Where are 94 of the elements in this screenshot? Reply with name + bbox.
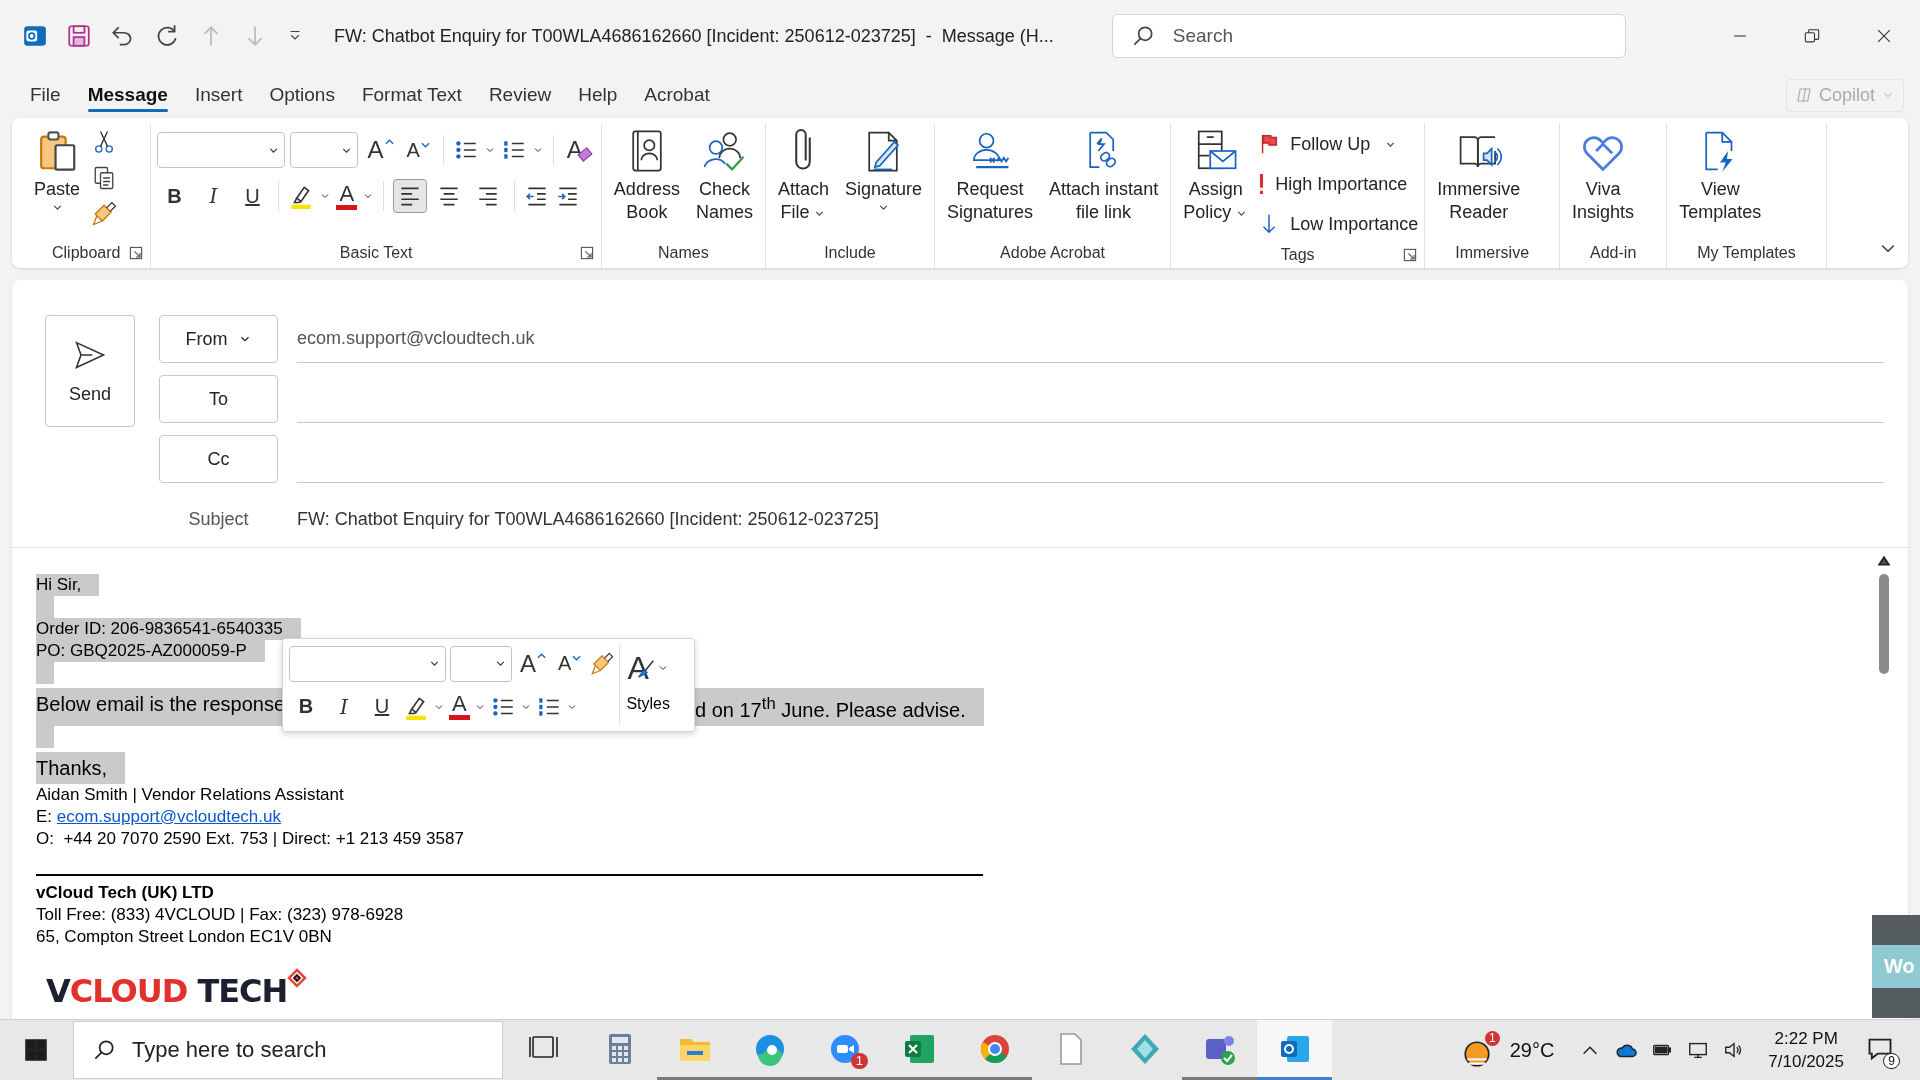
weather-widget[interactable]: 1 29°C [1460, 1030, 1555, 1070]
align-button[interactable] [393, 179, 428, 213]
format-button[interactable]: B [289, 695, 323, 718]
email-link[interactable]: ecom.support@vcloudtech.uk [56, 806, 281, 826]
notification-badge: 9 [1883, 1053, 1900, 1069]
body-text: Order ID: 206-9836541-6540335 [36, 618, 301, 640]
clock[interactable]: 2:22 PM 7/10/2025 [1768, 1027, 1844, 1073]
exclamation-icon [1258, 173, 1266, 195]
group-label: Include [824, 244, 876, 262]
mail-app-icon[interactable] [22, 23, 48, 49]
body-text: d on 17$^{th}$ June. Please advise. [695, 693, 966, 723]
group-label: Immersive [1455, 244, 1530, 262]
notification-badge: 1 [1485, 1030, 1500, 1046]
menu-tab[interactable]: Insert [182, 78, 255, 112]
dialog-launcher-icon[interactable] [578, 245, 595, 261]
ribbon-button[interactable]: Check Names [689, 124, 759, 228]
menu-tab[interactable]: Help [566, 78, 630, 112]
search-field[interactable]: Search [1111, 14, 1626, 58]
grow-font-button[interactable]: A [516, 649, 551, 678]
paste-button[interactable]: Paste [28, 124, 87, 218]
ribbon-button[interactable]: Attach instant file link [1043, 124, 1165, 228]
ribbon-button[interactable]: Address Book [607, 124, 686, 228]
signature-phone: O: +44 20 7070 2590 Ext. 753 | Direct: +1 213 459 3587 [36, 827, 465, 850]
body-text: PO: GBQ2025-AZ000059-P [36, 640, 265, 662]
signature-email: E: ecom.support@vcloudtech.uk [36, 805, 282, 828]
from-field[interactable]: ecom.support@vcloudtech.uk [297, 315, 1884, 363]
group-label: Adobe Acrobat [1000, 244, 1106, 262]
menu-tab[interactable]: Message [75, 78, 180, 112]
format-button[interactable]: B [157, 184, 192, 208]
dialog-launcher-icon[interactable] [1402, 247, 1419, 263]
ribbon-button[interactable]: Request Signatures [941, 124, 1040, 228]
font-name-field[interactable] [289, 645, 446, 682]
group-label: Basic Text [339, 244, 413, 262]
format-button[interactable]: U [235, 184, 270, 208]
group-label: Clipboard [52, 244, 121, 262]
font-size-field[interactable] [450, 645, 512, 682]
caret-up-icon [384, 139, 394, 145]
body-text: Thanks, [36, 751, 126, 784]
caret-up-icon [537, 652, 547, 659]
taskbar-app[interactable]: 1 [807, 1020, 882, 1080]
paintbrush-icon[interactable] [90, 200, 119, 228]
subject-field[interactable]: FW: Chatbot Enquiry for T00WLA4686162660 [Incident: 250612-023725] [297, 495, 1884, 543]
taskbar-app[interactable] [1257, 1020, 1332, 1080]
to-button[interactable]: To [159, 375, 278, 423]
menu-tab[interactable]: Review [476, 78, 564, 112]
from-button[interactable]: From [159, 315, 278, 363]
ribbon-button[interactable]: Attach File [771, 124, 835, 228]
caret-down-icon [420, 141, 430, 148]
shrink-font-button[interactable]: A [554, 652, 586, 675]
body-text: Hi Sir, [36, 574, 100, 596]
copilot-icon [1794, 86, 1813, 104]
group-label: My Templates [1697, 244, 1796, 262]
ribbon-button[interactable]: Immersive Reader [1431, 124, 1527, 228]
menu-tab[interactable]: Options [257, 78, 347, 112]
format-button[interactable]: I [196, 184, 231, 208]
dialog-launcher-icon[interactable] [128, 245, 145, 261]
company-name: vCloud Tech (UK) LTD [36, 881, 215, 904]
font-color-button[interactable]: A [449, 693, 470, 720]
format-button[interactable]: I [327, 694, 361, 719]
shrink-font-button[interactable]: A [402, 138, 434, 162]
send-button[interactable]: Send [45, 315, 135, 427]
tag-button[interactable]: Follow Up [1258, 126, 1419, 162]
tag-button[interactable]: Low Importance [1258, 206, 1419, 242]
format-button[interactable]: U [365, 695, 399, 718]
group-label: Add-in [1590, 244, 1637, 262]
menu-tab[interactable]: File [18, 78, 73, 112]
window-title: FW: Chatbot Enquiry for T00WLA4686162660 [Incident: 250612-023725] - Message (H... [334, 25, 1054, 47]
tag-button[interactable]: High Importance [1258, 166, 1419, 202]
taskbar-search-field[interactable]: Type here to search [73, 1021, 503, 1079]
ribbon-button[interactable]: View Templates [1673, 124, 1768, 228]
company-phone: Toll Free: (833) 4VCLOUD | Fax: (323) 978-6928 [36, 903, 405, 926]
subject-label: Subject [187, 508, 250, 530]
group-label: Names [658, 244, 709, 262]
menu-tab[interactable]: Format Text [349, 78, 474, 112]
caret-down-icon [572, 655, 582, 661]
ribbon-button[interactable]: Viva Insights [1566, 124, 1641, 228]
grow-font-button[interactable]: A [363, 136, 398, 164]
menu-tab[interactable]: Acrobat [632, 78, 722, 112]
paintbrush-icon[interactable] [589, 650, 616, 677]
ribbon-button[interactable]: Signature [838, 124, 928, 218]
assign-policy-button[interactable]: Assign Policy [1177, 124, 1255, 228]
font-size-field[interactable] [290, 132, 359, 168]
font-color-button[interactable]: A [336, 182, 358, 210]
font-name-field[interactable] [157, 132, 286, 168]
company-logo: VCLOUD TECH [44, 967, 310, 1014]
signature-name: Aidan Smith | Vendor Relations Assistant [36, 783, 345, 806]
save-icon[interactable] [66, 23, 92, 49]
windows-start-icon[interactable] [24, 1038, 48, 1062]
body-text: Below email is the response [36, 692, 285, 717]
company-address: 65, Compton Street London EC1V 0BN [36, 925, 333, 948]
notification-badge: 1 [850, 1053, 868, 1069]
cc-button[interactable]: Cc [159, 435, 278, 483]
group-label: Tags [1280, 246, 1315, 264]
scroll-up-icon[interactable] [1878, 556, 1890, 566]
